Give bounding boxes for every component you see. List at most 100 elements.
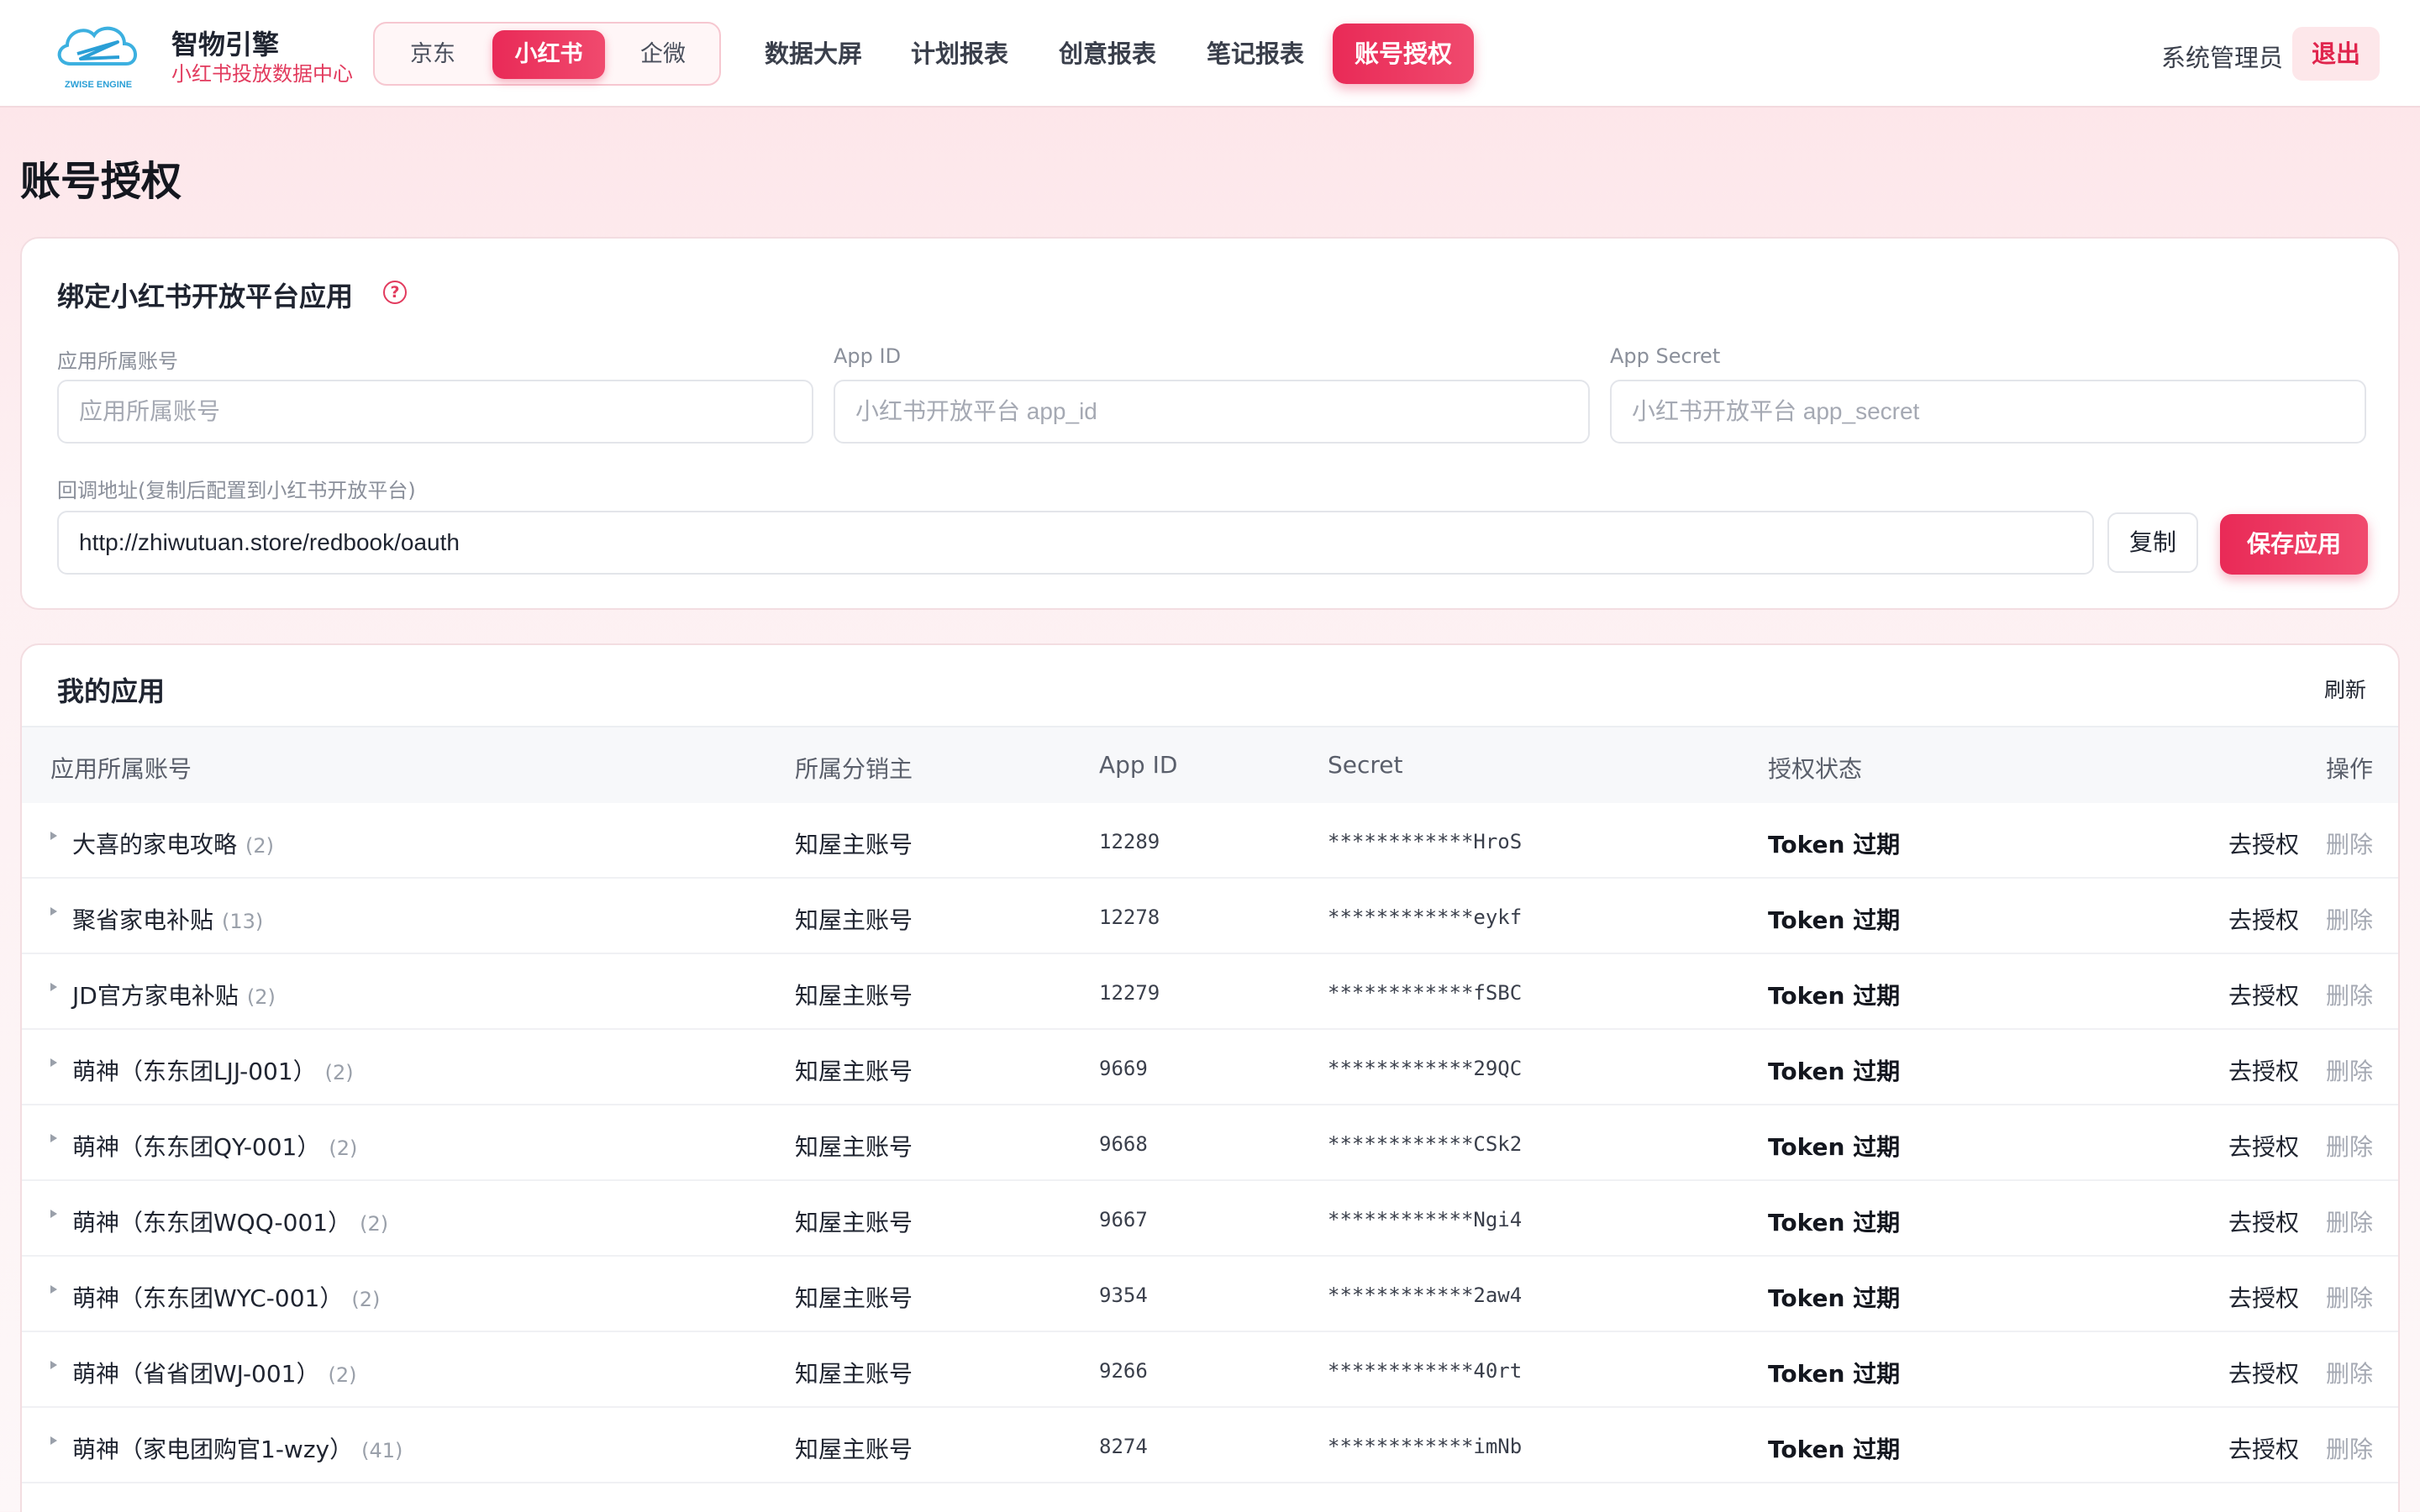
nav-creative-report[interactable]: 创意报表 xyxy=(1052,24,1163,84)
apps-card-title: 我的应用 xyxy=(57,675,166,707)
authorize-link[interactable]: 去授权 xyxy=(2228,978,2299,1011)
save-app-button[interactable]: 保存应用 xyxy=(2220,514,2368,575)
row-account-name: 大喜的家电攻略 (2) xyxy=(72,827,274,860)
table-row[interactable]: 萌神（东东团WYC-001） (2) 知屋主账号 9354 ************2a… xyxy=(22,1257,2398,1332)
expand-caret-icon[interactable] xyxy=(50,983,57,991)
row-account-name: 萌神（东东团WYC-001） (2) xyxy=(72,1280,380,1314)
row-app-id: 9668 xyxy=(1099,1132,1148,1156)
row-distributor: 知屋主账号 xyxy=(795,1436,913,1463)
nav-note-report[interactable]: 笔记报表 xyxy=(1200,24,1311,84)
bind-card-title: 绑定小红书开放平台应用 xyxy=(57,281,354,312)
callback-url-input[interactable] xyxy=(57,511,2094,575)
row-distributor: 知屋主账号 xyxy=(795,831,913,858)
sub-account-count: (41) xyxy=(361,1439,403,1462)
table-row[interactable]: 聚省家电补贴 (13) 知屋主账号 12278 ************eykf Toke… xyxy=(22,879,2398,954)
account-name-text: 萌神（东东团WYC-001） xyxy=(72,1284,344,1312)
nav-account-auth[interactable]: 账号授权 xyxy=(1333,24,1474,84)
row-distributor: 知屋主账号 xyxy=(795,1284,913,1312)
authorize-link[interactable]: 去授权 xyxy=(2228,827,2299,860)
row-account-name: 萌神（东东团LJJ-001） (2) xyxy=(72,1053,354,1087)
page-title: 账号授权 xyxy=(20,158,182,205)
expand-caret-icon[interactable] xyxy=(50,832,57,840)
sub-account-count: (2) xyxy=(329,1137,358,1160)
row-distributor: 知屋主账号 xyxy=(795,1058,913,1085)
row-auth-status: Token 过期 xyxy=(1768,831,1901,858)
row-app-id: 12278 xyxy=(1099,906,1160,929)
table-row[interactable]: 萌神（东东团LJJ-001） (2) 知屋主账号 9669 ************29… xyxy=(22,1030,2398,1105)
authorize-link[interactable]: 去授权 xyxy=(2228,1356,2299,1389)
authorize-link[interactable]: 去授权 xyxy=(2228,1205,2299,1238)
sub-account-count: (2) xyxy=(245,834,275,858)
delete-link[interactable]: 删除 xyxy=(2326,827,2373,860)
question-circle-icon[interactable]: ? xyxy=(383,281,407,304)
column-header-secret[interactable]: Secret xyxy=(1328,751,1403,779)
app-id-input[interactable] xyxy=(834,380,1590,444)
delete-link[interactable]: 删除 xyxy=(2326,1053,2373,1087)
table-row[interactable]: 萌神（东东团QY-001） (2) 知屋主账号 9668 ************CSk… xyxy=(22,1105,2398,1181)
user-name: 系统管理员 xyxy=(2161,44,2284,72)
delete-link[interactable]: 删除 xyxy=(2326,978,2373,1011)
row-secret: ************29QC xyxy=(1328,1057,1523,1080)
account-name-text: 萌神（家电团购官1-wzy） xyxy=(72,1436,354,1463)
delete-link[interactable]: 删除 xyxy=(2326,1431,2373,1465)
zwise-logo-icon[interactable]: ZWISE ENGINE xyxy=(47,17,150,92)
expand-caret-icon[interactable] xyxy=(50,1285,57,1294)
row-account-name: 萌神（省省团WJ-001） (2) xyxy=(72,1356,357,1389)
platform-tab-qiwei[interactable]: 企微 xyxy=(622,30,704,79)
app-id-label: App ID xyxy=(834,344,902,368)
column-header-app-id[interactable]: App ID xyxy=(1099,751,1177,779)
copy-button[interactable]: 复制 xyxy=(2107,512,2198,573)
expand-caret-icon[interactable] xyxy=(50,1058,57,1067)
account-input[interactable] xyxy=(57,380,813,444)
sub-account-count: (2) xyxy=(328,1363,357,1387)
column-header-actions: 操作 xyxy=(2326,755,2374,783)
delete-link[interactable]: 删除 xyxy=(2326,1129,2373,1163)
sub-account-count: (13) xyxy=(222,910,264,933)
row-secret: ************40rt xyxy=(1328,1359,1523,1383)
row-account-name: 萌神（东东团QY-001） (2) xyxy=(72,1129,357,1163)
delete-link[interactable]: 删除 xyxy=(2326,1205,2373,1238)
authorize-link[interactable]: 去授权 xyxy=(2228,1280,2299,1314)
platform-tab-xiaohongshu[interactable]: 小红书 xyxy=(492,30,605,79)
delete-link[interactable]: 删除 xyxy=(2326,902,2373,936)
column-header-status[interactable]: 授权状态 xyxy=(1768,751,1862,785)
authorize-link[interactable]: 去授权 xyxy=(2228,1129,2299,1163)
nav-dashboard[interactable]: 数据大屏 xyxy=(756,24,871,84)
table-row[interactable]: 萌神（省省团WJ-001） (2) 知屋主账号 9266 ************40r… xyxy=(22,1332,2398,1408)
account-name-text: 萌神（东东团QY-001） xyxy=(72,1133,321,1161)
row-auth-status: Token 过期 xyxy=(1768,1436,1901,1463)
table-row[interactable]: JD官方家电补贴 (2) 知屋主账号 12279 ************fSBC Tok… xyxy=(22,954,2398,1030)
expand-caret-icon[interactable] xyxy=(50,1134,57,1142)
refresh-button[interactable]: 刷新 xyxy=(2324,674,2366,704)
table-row[interactable]: 萌神（东东团WQQ-001） (2) 知屋主账号 9667 ************Ng… xyxy=(22,1181,2398,1257)
authorize-link[interactable]: 去授权 xyxy=(2228,902,2299,936)
row-app-id: 12279 xyxy=(1099,981,1160,1005)
row-app-id: 9266 xyxy=(1099,1359,1148,1383)
table-row[interactable]: 大喜的家电攻略 (2) 知屋主账号 12289 ************HroS Toke… xyxy=(22,803,2398,879)
row-distributor: 知屋主账号 xyxy=(795,1209,913,1236)
platform-tab-jd[interactable]: 京东 xyxy=(395,30,471,79)
row-distributor: 知屋主账号 xyxy=(795,982,913,1010)
logout-button[interactable]: 退出 xyxy=(2292,27,2380,81)
row-auth-status: Token 过期 xyxy=(1768,1284,1901,1312)
bind-app-card: 绑定小红书开放平台应用 ? 应用所属账号 App ID App Secret 回… xyxy=(20,237,2400,610)
row-secret: ************imNb xyxy=(1328,1435,1523,1458)
delete-link[interactable]: 删除 xyxy=(2326,1280,2373,1314)
row-auth-status: Token 过期 xyxy=(1768,1209,1901,1236)
account-name-text: 聚省家电补贴 xyxy=(72,906,214,934)
expand-caret-icon[interactable] xyxy=(50,907,57,916)
expand-caret-icon[interactable] xyxy=(50,1361,57,1369)
authorize-link[interactable]: 去授权 xyxy=(2228,1053,2299,1087)
authorize-link[interactable]: 去授权 xyxy=(2228,1431,2299,1465)
table-row[interactable]: 萌神（家电团购官1-wzy） (41) 知屋主账号 8274 ************i… xyxy=(22,1408,2398,1483)
column-header-distributor[interactable]: 所属分销主 xyxy=(795,751,913,785)
sub-account-count: (2) xyxy=(246,985,276,1009)
row-secret: ************2aw4 xyxy=(1328,1284,1523,1307)
app-secret-input[interactable] xyxy=(1610,380,2366,444)
delete-link[interactable]: 删除 xyxy=(2326,1356,2373,1389)
column-header-account[interactable]: 应用所属账号 xyxy=(50,751,192,785)
expand-caret-icon[interactable] xyxy=(50,1210,57,1218)
expand-caret-icon[interactable] xyxy=(50,1436,57,1445)
nav-plan-report[interactable]: 计划报表 xyxy=(904,24,1015,84)
table-header: 应用所属账号 所属分销主 App ID Secret 授权状态 操作 xyxy=(22,726,2398,803)
